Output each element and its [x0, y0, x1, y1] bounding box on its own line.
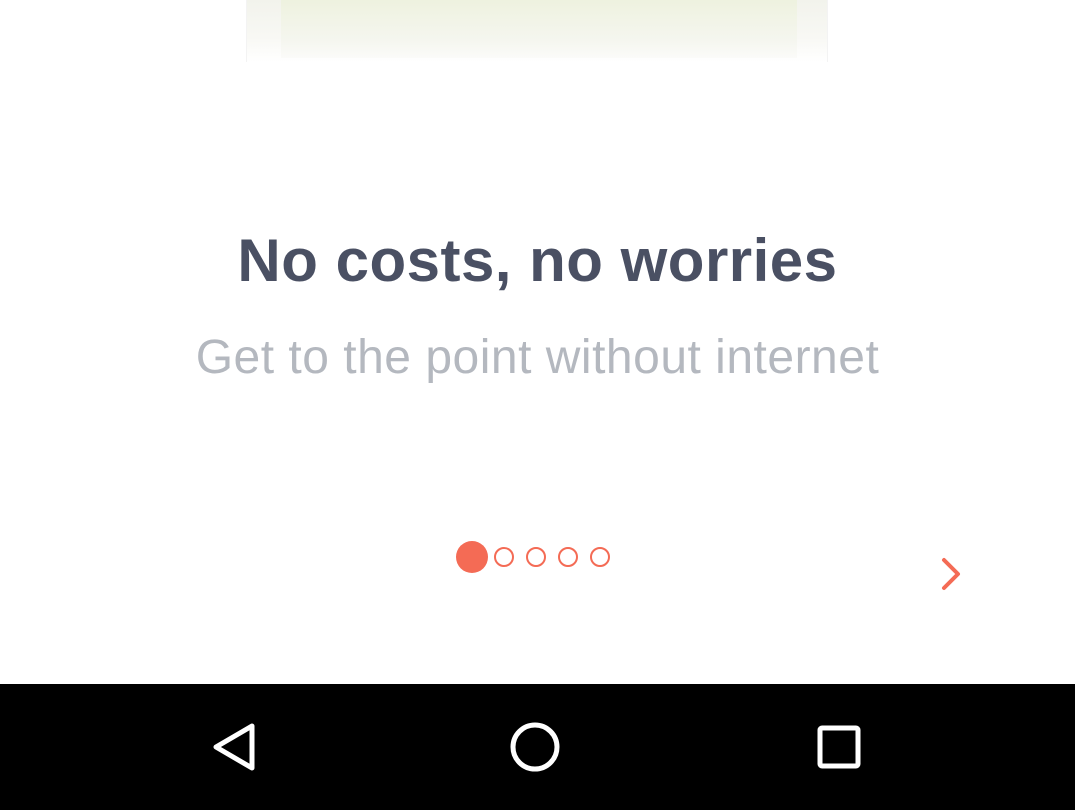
- page-indicator: [456, 541, 622, 573]
- page-subtitle: Get to the point without internet: [195, 331, 880, 384]
- next-button[interactable]: [926, 550, 974, 598]
- page-dot-5[interactable]: [590, 547, 610, 567]
- onboarding-screen: No costs, no worries Get to the point wi…: [0, 0, 1075, 810]
- system-navigation-bar: [0, 684, 1075, 810]
- hero-illustration-inner: [281, 0, 797, 58]
- recents-button[interactable]: [806, 714, 872, 780]
- hero-illustration: [246, 0, 828, 62]
- back-triangle-icon: [213, 723, 255, 771]
- page-dot-1[interactable]: [456, 541, 488, 573]
- page-title: No costs, no worries: [237, 227, 838, 294]
- recents-square-icon: [817, 725, 861, 769]
- home-circle-icon: [510, 722, 560, 772]
- back-button[interactable]: [200, 714, 266, 780]
- home-button[interactable]: [502, 714, 568, 780]
- page-dot-4[interactable]: [558, 547, 578, 567]
- chevron-right-icon: [942, 558, 960, 590]
- page-dot-2[interactable]: [494, 547, 514, 567]
- page-dot-3[interactable]: [526, 547, 546, 567]
